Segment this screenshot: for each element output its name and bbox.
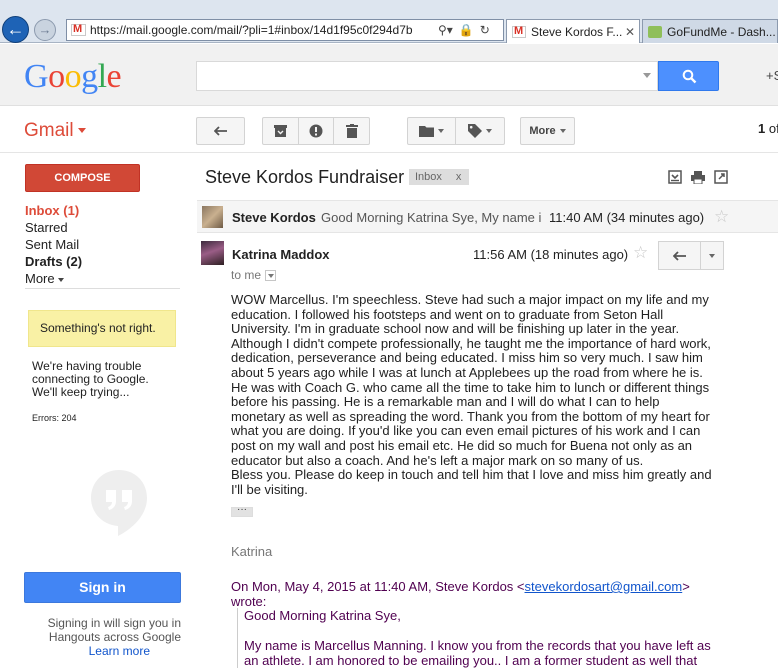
remove-label-icon[interactable]: x [456,171,462,183]
tab-label: Steve Kordos F... [531,24,623,39]
label-button-group [407,117,505,145]
chevron-down-icon [486,129,492,133]
gofundme-favicon-icon [648,25,662,38]
search-input[interactable] [196,61,658,91]
sender-name: Steve Kordos [232,210,316,225]
quoted-header: On Mon, May 4, 2015 at 11:40 AM, Steve K… [231,579,690,609]
sign-in-button[interactable]: Sign in [24,572,181,603]
error-count: Errors: 204 [32,413,77,423]
archive-button[interactable] [262,117,299,145]
tab-label: GoFundMe - Dash... [667,24,776,39]
browser-chrome: ← → https://mail.google.com/mail/?pli=1#… [0,0,778,43]
collapsed-message[interactable]: Steve Kordos Good Morning Katrina Sye, M… [197,200,778,233]
gmail-header: Google +S [0,44,778,106]
print-icon[interactable] [691,170,705,184]
back-button[interactable]: ← [2,16,29,43]
archive-icon [274,125,287,137]
sidebar-item-drafts[interactable]: Drafts (2) [25,253,175,270]
screen: { "browser": { "url": "https://mail.goog… [0,0,778,668]
gmail-menu[interactable]: Gmail [24,120,86,142]
conversation-count: 1 of [758,121,778,136]
address-bar[interactable]: https://mail.google.com/mail/?pli=1#inbo… [66,19,504,41]
avatar [201,241,224,265]
conversation-view: Steve Kordos Fundraiser Inbox x Steve Kor… [190,153,778,668]
action-button-group [262,117,370,145]
back-arrow-icon [213,126,227,136]
labels-button[interactable] [456,117,505,145]
toolbar: Gmail More 1 of [0,107,778,153]
chevron-down-icon [709,253,715,258]
hangouts-icon [91,470,147,536]
expand-all-icon[interactable] [668,170,682,184]
sidebar-item-starred[interactable]: Starred [25,219,175,236]
lock-icon[interactable]: 🔒 [459,23,474,37]
divider [25,288,180,289]
inbox-label-chip[interactable]: Inbox x [409,169,470,185]
conversation-subject: Steve Kordos Fundraiser [205,167,405,187]
message-snippet: Good Morning Katrina Sye, My name i [321,210,542,225]
close-icon[interactable]: ✕ [625,25,635,39]
chevron-down-icon [77,128,86,134]
recipient-line[interactable]: to me [231,268,277,282]
sign-in-description: Signing in will sign you in Hangouts acro… [47,616,181,644]
message-time: 11:56 AM (18 minutes ago) [473,247,629,262]
tab-steve-kordos[interactable]: Steve Kordos F... ✕ [506,19,640,43]
chevron-down-icon [559,129,566,133]
search-dropdown-icon[interactable]: ⚲▾ [438,23,453,37]
email-link[interactable]: stevekordosart@gmail.com [525,579,683,594]
reply-icon [672,250,686,261]
tab-gofundme[interactable]: GoFundMe - Dash... [642,19,778,43]
folder-icon [419,126,434,137]
report-spam-button[interactable] [299,117,334,145]
refresh-icon[interactable]: ↻ [480,23,490,37]
avatar [202,206,223,228]
star-icon[interactable]: ☆ [633,243,648,263]
new-window-icon[interactable] [714,170,728,184]
more-button[interactable]: More [520,117,575,145]
spam-icon [309,124,323,138]
learn-more-link[interactable]: Learn more [24,644,150,658]
gmail-favicon-icon [512,25,526,38]
search-icon [682,69,697,84]
compose-button[interactable]: COMPOSE [25,164,140,192]
sender-name: Katrina Maddox [232,247,330,262]
plus-link[interactable]: +S [766,68,778,83]
address-url[interactable]: https://mail.google.com/mail/?pli=1#inbo… [90,23,432,37]
chevron-down-icon [438,129,444,133]
message-body: WOW Marcellus. I'm speechless. Steve had… [231,292,712,497]
sidebar-item-sent-mail[interactable]: Sent Mail [25,236,175,253]
message-menu-button[interactable] [701,241,724,270]
trash-icon [345,124,358,138]
show-trimmed-content-button[interactable]: ··· [231,505,253,517]
reply-button[interactable] [658,241,701,270]
warning-banner: Something's not right. [28,310,176,347]
sidebar-item-inbox[interactable]: Inbox (1) [25,202,175,219]
delete-button[interactable] [334,117,370,145]
folder-list: Inbox (1) Starred Sent Mail Drafts (2) M… [25,202,175,287]
sidebar-item-more[interactable]: More [25,270,175,287]
search-options-icon[interactable] [643,73,651,78]
forward-button[interactable]: → [34,19,56,41]
reply-button-group [658,241,724,270]
details-dropdown-icon[interactable] [265,270,277,282]
conversation-actions [668,170,728,184]
back-to-inbox-button[interactable] [196,117,245,145]
left-nav: COMPOSE Inbox (1) Starred Sent Mail Draf… [0,153,190,668]
chevron-down-icon [57,277,64,282]
move-to-button[interactable] [407,117,456,145]
star-icon[interactable]: ☆ [714,207,729,227]
signature: Katrina [231,544,273,559]
gmail-favicon-icon [71,23,86,36]
trouble-message: We're having trouble connecting to Googl… [32,359,149,399]
message-time: 11:40 AM (34 minutes ago) [549,210,705,225]
tag-icon [468,124,482,138]
search-button[interactable] [658,61,719,91]
expanded-message: Katrina Maddox 11:56 AM (18 minutes ago)… [197,234,778,668]
google-logo[interactable]: Google [24,58,122,96]
quoted-text: Good Morning Katrina Sye, My name is Mar… [237,608,717,668]
